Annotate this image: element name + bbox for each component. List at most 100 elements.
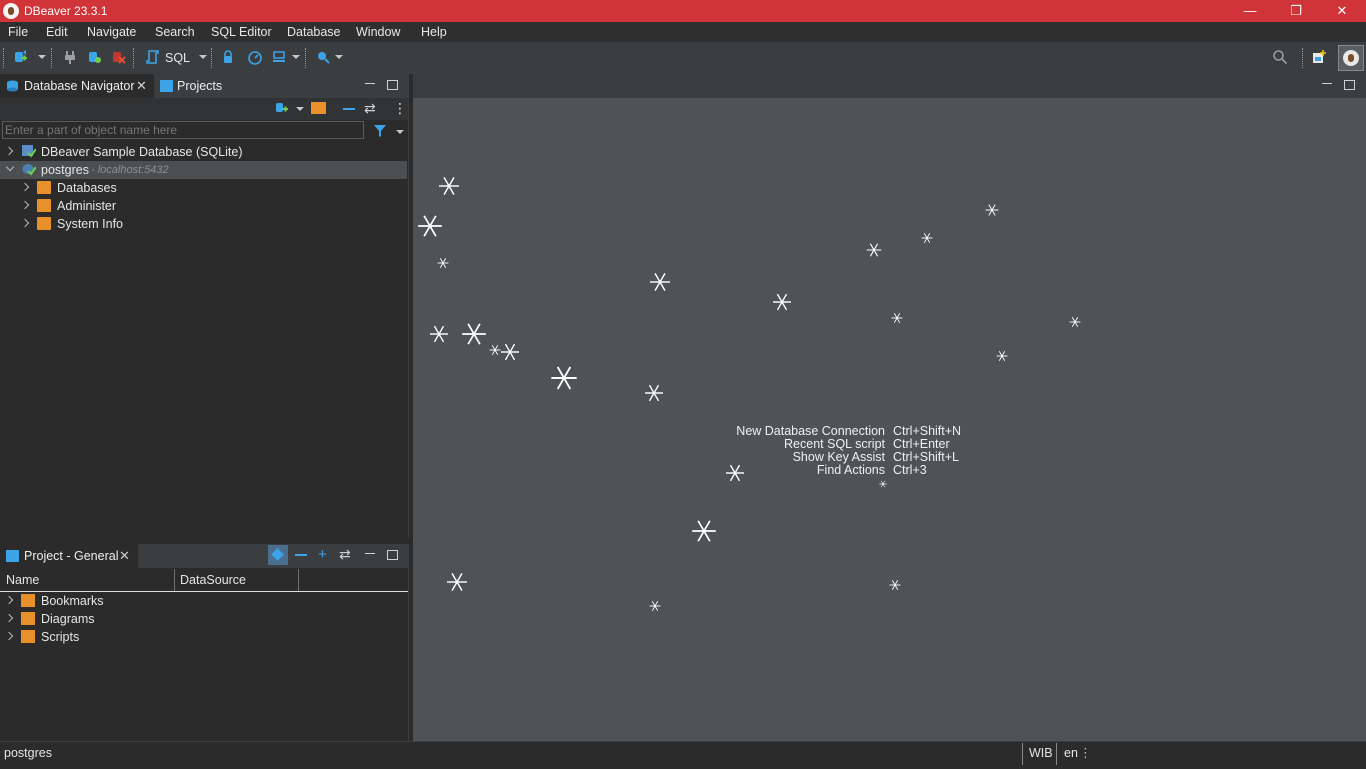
minimize-editor-icon[interactable] <box>1322 83 1332 84</box>
status-bar <box>0 741 1366 769</box>
tree-item-label: Databases <box>57 181 117 195</box>
status-menu-icon[interactable]: ⋮ <box>1079 745 1092 761</box>
menu-navigate[interactable]: Navigate <box>87 25 136 39</box>
collapse-all-icon[interactable] <box>343 108 355 110</box>
tree-item-label: Administer <box>57 199 117 213</box>
shortcut-new-connection: New Database Connection <box>736 424 885 438</box>
expand-arrow-icon[interactable] <box>4 146 14 156</box>
expand-arrow-icon[interactable] <box>4 631 14 641</box>
search-icon[interactable] <box>1272 49 1288 65</box>
minimize-button[interactable]: — <box>1227 0 1273 22</box>
expand-arrow-icon[interactable] <box>20 182 30 192</box>
tree-item-sample-database[interactable]: DBeaver Sample Database (SQLite) <box>0 143 407 161</box>
link-with-editor-icon[interactable]: ⇄ <box>339 546 351 563</box>
disconnect-icon[interactable] <box>110 49 126 65</box>
link-editor-button[interactable] <box>268 545 288 565</box>
minimize-pane-icon[interactable] <box>365 553 375 554</box>
tree-item-administer[interactable]: Administer <box>0 197 407 215</box>
dbeaver-perspective-button[interactable] <box>1338 45 1364 71</box>
sql-editor-icon[interactable] <box>145 49 161 65</box>
toolbar-separator <box>51 48 54 68</box>
editor-tab-area <box>413 74 1366 98</box>
menu-sql-editor[interactable]: SQL Editor <box>211 25 272 39</box>
snowflake-icon <box>649 601 661 611</box>
close-tab-icon[interactable]: ✕ <box>136 78 147 94</box>
menu-edit[interactable]: Edit <box>46 25 68 39</box>
transaction-dropdown-icon[interactable] <box>292 55 300 59</box>
close-window-button[interactable]: ✕ <box>1319 0 1365 22</box>
menu-database[interactable]: Database <box>287 25 341 39</box>
title-bar: DBeaver 23.3.1 — ❐ ✕ <box>0 0 1366 22</box>
snowflake-icon <box>645 384 663 402</box>
column-header-name[interactable]: Name <box>6 573 39 587</box>
status-locale[interactable]: en <box>1064 746 1078 760</box>
close-tab-icon[interactable]: ✕ <box>119 548 130 564</box>
collapse-arrow-icon[interactable] <box>5 162 15 172</box>
postgres-connection-icon <box>22 163 37 176</box>
navigator-filter-input[interactable] <box>2 121 364 139</box>
new-connection-dropdown-icon[interactable] <box>296 107 304 111</box>
diagrams-folder-icon <box>21 612 35 625</box>
transaction-mode-icon[interactable] <box>271 49 287 65</box>
search-dropdown-icon[interactable] <box>335 55 343 59</box>
shortcut-find-actions: Find Actions <box>816 463 885 477</box>
expand-arrow-icon[interactable] <box>4 595 14 605</box>
expand-arrow-icon[interactable] <box>4 613 14 623</box>
collapse-all-icon[interactable] <box>295 554 307 556</box>
shortcut-key: Ctrl+Shift+L <box>893 450 960 464</box>
expand-arrow-icon[interactable] <box>20 200 30 210</box>
project-item-scripts[interactable]: Scripts <box>0 628 407 646</box>
snowflake-icon <box>891 313 903 323</box>
shortcut-key-assist: Show Key Assist <box>792 450 885 464</box>
connect-icon[interactable] <box>62 49 78 65</box>
new-connection-icon[interactable] <box>12 49 28 65</box>
menu-search[interactable]: Search <box>155 25 195 39</box>
sql-button-label[interactable]: SQL <box>165 51 190 65</box>
new-connection-dropdown-icon[interactable] <box>38 55 46 59</box>
new-folder-icon[interactable] <box>311 102 326 114</box>
invalidate-reconnect-icon[interactable] <box>86 49 102 65</box>
snowflake-icon <box>430 325 448 343</box>
project-table-header: Name DataSource <box>0 569 408 592</box>
view-menu-icon[interactable]: ⋮ <box>393 100 407 117</box>
expand-arrow-icon[interactable] <box>20 218 30 228</box>
project-item-diagrams[interactable]: Diagrams <box>0 610 407 628</box>
maximize-pane-icon[interactable] <box>387 80 398 90</box>
tree-item-databases[interactable]: Databases <box>0 179 407 197</box>
menu-window[interactable]: Window <box>356 25 400 39</box>
menu-bar: File Edit Navigate Search SQL Editor Dat… <box>0 22 1366 42</box>
tab-database-navigator[interactable]: Database Navigator ✕ <box>0 74 154 98</box>
menu-file[interactable]: File <box>8 25 28 39</box>
dashboard-icon[interactable] <box>247 49 263 65</box>
tree-item-postgres[interactable]: postgres - localhost:5432 <box>0 161 407 179</box>
toolbar-separator <box>305 48 308 68</box>
search-connections-icon[interactable] <box>315 49 331 65</box>
column-divider[interactable] <box>298 569 299 591</box>
beaver-face-icon <box>1348 54 1354 62</box>
column-header-datasource[interactable]: DataSource <box>180 573 246 587</box>
filter-icon[interactable] <box>373 124 389 138</box>
maximize-editor-icon[interactable] <box>1344 80 1355 90</box>
snowflake-icon <box>447 573 467 591</box>
snowflake-icon <box>551 366 577 390</box>
expand-icon[interactable]: + <box>318 546 327 563</box>
tree-item-system-info[interactable]: System Info <box>0 215 407 233</box>
sql-dropdown-icon[interactable] <box>199 55 207 59</box>
lock-icon[interactable] <box>220 49 236 65</box>
tab-project-general[interactable]: Project - General ✕ <box>0 544 138 568</box>
column-divider[interactable] <box>174 569 175 591</box>
new-connection-icon[interactable] <box>274 101 288 115</box>
system-info-folder-icon <box>37 217 51 230</box>
administer-folder-icon <box>37 199 51 212</box>
maximize-pane-icon[interactable] <box>387 550 398 560</box>
link-with-editor-icon[interactable]: ⇄ <box>364 100 376 117</box>
restore-button[interactable]: ❐ <box>1273 0 1319 22</box>
project-item-bookmarks[interactable]: Bookmarks <box>0 592 407 610</box>
minimize-pane-icon[interactable] <box>365 83 375 84</box>
filter-dropdown-icon[interactable] <box>396 130 404 134</box>
tab-projects[interactable]: Projects <box>177 79 222 93</box>
open-perspective-icon[interactable] <box>1311 49 1327 65</box>
shortcut-recent-sql: Recent SQL script <box>784 437 885 451</box>
menu-help[interactable]: Help <box>421 25 447 39</box>
database-navigator-icon <box>6 80 19 92</box>
